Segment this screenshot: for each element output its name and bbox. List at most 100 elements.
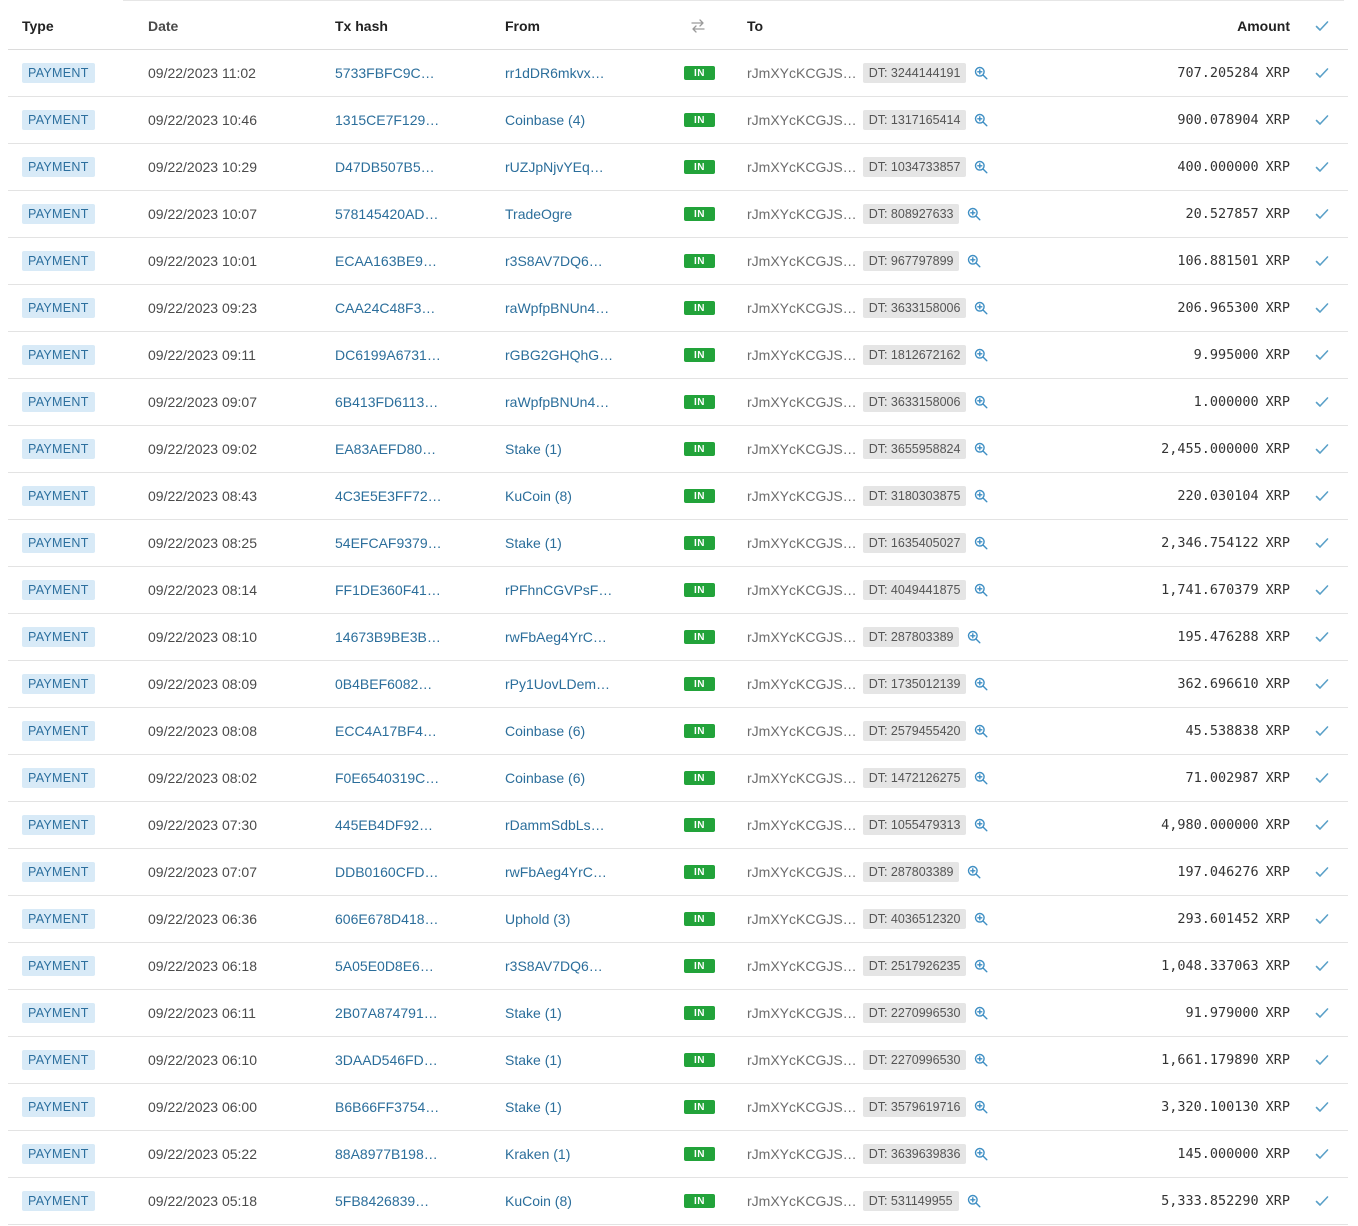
to-address[interactable]: rJmXYcKCGJS…: [747, 676, 857, 692]
to-address[interactable]: rJmXYcKCGJS…: [747, 1193, 857, 1209]
from-link[interactable]: r3S8AV7DQ6…: [505, 238, 603, 284]
magnifier-plus-icon[interactable]: [974, 348, 988, 362]
magnifier-plus-icon[interactable]: [967, 1194, 981, 1208]
magnifier-plus-icon[interactable]: [974, 160, 988, 174]
magnifier-plus-icon[interactable]: [974, 771, 988, 785]
from-link[interactable]: Uphold (3): [505, 896, 570, 942]
to-address[interactable]: rJmXYcKCGJS…: [747, 1146, 857, 1162]
table-row[interactable]: PAYMENT 09/22/2023 10:07 578145420AD… Trade…: [8, 191, 1348, 238]
magnifier-plus-icon[interactable]: [974, 442, 988, 456]
from-link[interactable]: rr1dDR6mkvx…: [505, 50, 605, 96]
table-row[interactable]: PAYMENT 09/22/2023 06:18 5A05E0D8E6… r3S8AV…: [8, 943, 1348, 990]
table-row[interactable]: PAYMENT 09/22/2023 07:30 445EB4DF92… rDammS…: [8, 802, 1348, 849]
to-address[interactable]: rJmXYcKCGJS…: [747, 300, 857, 316]
to-address[interactable]: rJmXYcKCGJS…: [747, 488, 857, 504]
from-link[interactable]: Stake (1): [505, 1084, 562, 1130]
magnifier-plus-icon[interactable]: [974, 395, 988, 409]
table-row[interactable]: PAYMENT 09/22/2023 09:07 6B413FD6113… raWpf…: [8, 379, 1348, 426]
header-hash[interactable]: Tx hash: [335, 2, 388, 49]
table-row[interactable]: PAYMENT 09/22/2023 09:02 EA83AEFD80… Stake …: [8, 426, 1348, 473]
tx-hash-link[interactable]: 5733FBFC9C…: [335, 50, 435, 96]
from-link[interactable]: Coinbase (4): [505, 97, 585, 143]
table-row[interactable]: PAYMENT 09/22/2023 09:23 CAA24C48F3… raWpfp…: [8, 285, 1348, 332]
magnifier-plus-icon[interactable]: [974, 583, 988, 597]
to-address[interactable]: rJmXYcKCGJS…: [747, 206, 857, 222]
to-address[interactable]: rJmXYcKCGJS…: [747, 582, 857, 598]
table-row[interactable]: PAYMENT 09/22/2023 10:29 D47DB507B5… rUZJpN…: [8, 144, 1348, 191]
table-row[interactable]: PAYMENT 09/22/2023 08:10 14673B9BE3B… rwFbA…: [8, 614, 1348, 661]
table-row[interactable]: PAYMENT 09/22/2023 10:46 1315CE7F129… Coinb…: [8, 97, 1348, 144]
magnifier-plus-icon[interactable]: [974, 959, 988, 973]
to-address[interactable]: rJmXYcKCGJS…: [747, 1005, 857, 1021]
tx-hash-link[interactable]: 0B4BEF6082…: [335, 661, 432, 707]
magnifier-plus-icon[interactable]: [974, 912, 988, 926]
from-link[interactable]: TradeOgre: [505, 191, 572, 237]
tx-hash-link[interactable]: DDB0160CFD…: [335, 849, 438, 895]
from-link[interactable]: raWpfpBNUn4…: [505, 379, 609, 425]
tx-hash-link[interactable]: 5A05E0D8E6…: [335, 943, 434, 989]
tx-hash-link[interactable]: 1315CE7F129…: [335, 97, 439, 143]
table-row[interactable]: PAYMENT 09/22/2023 08:09 0B4BEF6082… rPy1Uo…: [8, 661, 1348, 708]
magnifier-plus-icon[interactable]: [974, 818, 988, 832]
magnifier-plus-icon[interactable]: [974, 724, 988, 738]
magnifier-plus-icon[interactable]: [967, 865, 981, 879]
tx-hash-link[interactable]: 445EB4DF92…: [335, 802, 433, 848]
to-address[interactable]: rJmXYcKCGJS…: [747, 958, 857, 974]
table-row[interactable]: PAYMENT 09/22/2023 09:11 DC6199A6731… rGBG2…: [8, 332, 1348, 379]
magnifier-plus-icon[interactable]: [967, 630, 981, 644]
from-link[interactable]: Coinbase (6): [505, 708, 585, 754]
to-address[interactable]: rJmXYcKCGJS…: [747, 1052, 857, 1068]
to-address[interactable]: rJmXYcKCGJS…: [747, 629, 857, 645]
table-row[interactable]: PAYMENT 09/22/2023 10:01 ECAA163BE9… r3S8AV…: [8, 238, 1348, 285]
tx-hash-link[interactable]: F0E6540319C…: [335, 755, 439, 801]
to-address[interactable]: rJmXYcKCGJS…: [747, 911, 857, 927]
table-row[interactable]: PAYMENT 09/22/2023 08:02 F0E6540319C… Coinb…: [8, 755, 1348, 802]
table-row[interactable]: PAYMENT 09/22/2023 08:25 54EFCAF9379… Stake…: [8, 520, 1348, 567]
magnifier-plus-icon[interactable]: [974, 1147, 988, 1161]
to-address[interactable]: rJmXYcKCGJS…: [747, 112, 857, 128]
header-to[interactable]: To: [747, 2, 763, 49]
tx-hash-link[interactable]: 14673B9BE3B…: [335, 614, 441, 660]
to-address[interactable]: rJmXYcKCGJS…: [747, 347, 857, 363]
table-row[interactable]: PAYMENT 09/22/2023 08:43 4C3E5E3FF72… KuCoi…: [8, 473, 1348, 520]
table-row[interactable]: PAYMENT 09/22/2023 08:14 FF1DE360F41… rPFhn…: [8, 567, 1348, 614]
header-from[interactable]: From: [505, 2, 540, 49]
header-amount[interactable]: Amount: [1237, 2, 1290, 49]
tx-hash-link[interactable]: 5FB8426839…: [335, 1178, 429, 1224]
magnifier-plus-icon[interactable]: [974, 66, 988, 80]
magnifier-plus-icon[interactable]: [974, 301, 988, 315]
to-address[interactable]: rJmXYcKCGJS…: [747, 253, 857, 269]
from-link[interactable]: raWpfpBNUn4…: [505, 285, 609, 331]
tx-hash-link[interactable]: 2B07A874791…: [335, 990, 438, 1036]
to-address[interactable]: rJmXYcKCGJS…: [747, 535, 857, 551]
tx-hash-link[interactable]: 54EFCAF9379…: [335, 520, 442, 566]
from-link[interactable]: KuCoin (8): [505, 473, 572, 519]
header-type[interactable]: Type: [22, 2, 54, 49]
to-address[interactable]: rJmXYcKCGJS…: [747, 770, 857, 786]
magnifier-plus-icon[interactable]: [974, 677, 988, 691]
tx-hash-link[interactable]: 3DAAD546FD…: [335, 1037, 438, 1083]
tx-hash-link[interactable]: 6B413FD6113…: [335, 379, 438, 425]
table-row[interactable]: PAYMENT 09/22/2023 06:10 3DAAD546FD… Stake …: [8, 1037, 1348, 1084]
from-link[interactable]: Stake (1): [505, 990, 562, 1036]
table-row[interactable]: PAYMENT 09/22/2023 07:07 DDB0160CFD… rwFbAe…: [8, 849, 1348, 896]
magnifier-plus-icon[interactable]: [967, 254, 981, 268]
from-link[interactable]: Stake (1): [505, 1037, 562, 1083]
tx-hash-link[interactable]: D47DB507B5…: [335, 144, 435, 190]
from-link[interactable]: rGBG2GHQhG…: [505, 332, 613, 378]
magnifier-plus-icon[interactable]: [974, 536, 988, 550]
table-row[interactable]: PAYMENT 09/22/2023 11:02 5733FBFC9C… rr1dDR…: [8, 50, 1348, 97]
tx-hash-link[interactable]: 578145420AD…: [335, 191, 439, 237]
table-row[interactable]: PAYMENT 09/22/2023 06:00 B6B66FF3754… Stake…: [8, 1084, 1348, 1131]
from-link[interactable]: rwFbAeg4YrC…: [505, 849, 607, 895]
magnifier-plus-icon[interactable]: [974, 1100, 988, 1114]
table-row[interactable]: PAYMENT 09/22/2023 06:11 2B07A874791… Stake…: [8, 990, 1348, 1037]
magnifier-plus-icon[interactable]: [974, 113, 988, 127]
magnifier-plus-icon[interactable]: [974, 489, 988, 503]
from-link[interactable]: Stake (1): [505, 520, 562, 566]
tx-hash-link[interactable]: FF1DE360F41…: [335, 567, 441, 613]
magnifier-plus-icon[interactable]: [974, 1053, 988, 1067]
to-address[interactable]: rJmXYcKCGJS…: [747, 864, 857, 880]
tx-hash-link[interactable]: DC6199A6731…: [335, 332, 441, 378]
from-link[interactable]: rPy1UovLDem…: [505, 661, 610, 707]
